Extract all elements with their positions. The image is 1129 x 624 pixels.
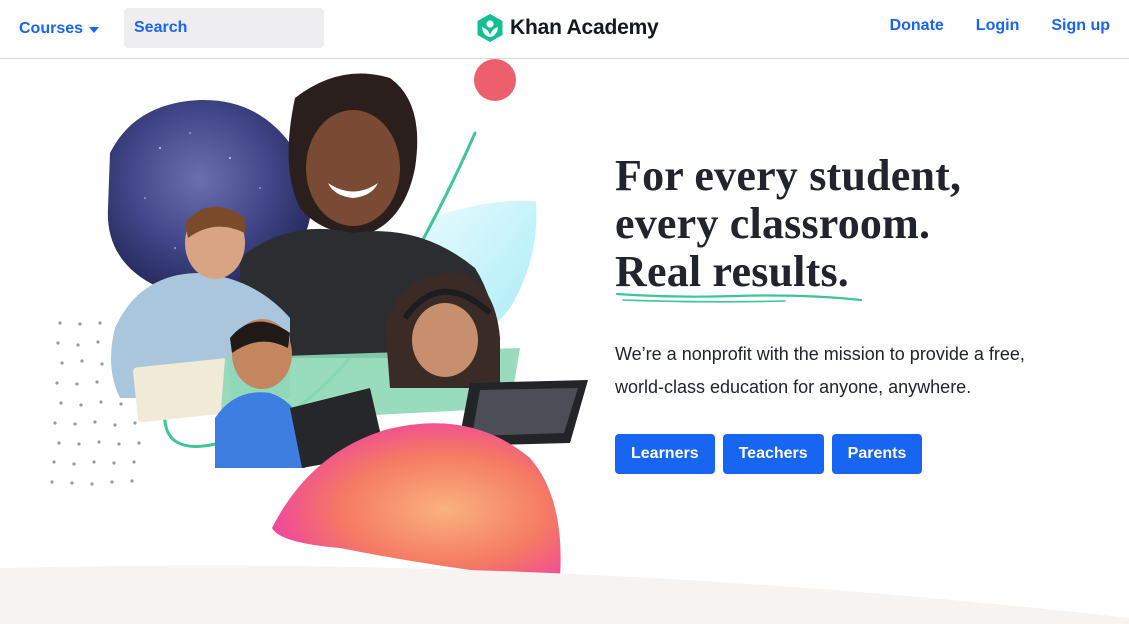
khan-academy-logo[interactable]: Khan Academy — [477, 13, 659, 43]
teachers-button[interactable]: Teachers — [722, 434, 824, 474]
parents-button[interactable]: Parents — [831, 434, 923, 474]
courses-label: Courses — [19, 20, 84, 37]
audience-buttons: Learners Teachers Parents — [615, 434, 923, 474]
mission-statement: We’re a nonprofit with the mission to pr… — [615, 338, 1055, 404]
headline-line-2: every classroom. — [615, 199, 931, 248]
khan-academy-hexagon-icon — [477, 14, 503, 42]
logo-text: Khan Academy — [510, 16, 659, 39]
student-girl-headphones — [385, 272, 588, 446]
login-link[interactable]: Login — [976, 17, 1020, 35]
pink-dot — [474, 59, 516, 101]
headline-line-1: For every student, — [615, 151, 962, 200]
headline-underline-squiggle — [615, 292, 863, 303]
signup-link[interactable]: Sign up — [1051, 17, 1110, 35]
courses-menu-button[interactable]: Courses — [19, 17, 100, 41]
mission-line-1: We’re a nonprofit with the mission to pr… — [615, 344, 1025, 364]
search-box[interactable] — [124, 8, 353, 48]
bottom-section-band — [0, 565, 1129, 624]
chevron-down-icon — [89, 27, 100, 33]
donate-link[interactable]: Donate — [890, 17, 944, 35]
hero-student-collage — [50, 59, 588, 580]
top-nav-bar: Courses Khan Academy Donate Login Sign u… — [0, 0, 1129, 59]
mission-line-2: world-class education for anyone, anywhe… — [615, 377, 972, 397]
hero-headline: For every student, every classroom. Real… — [615, 152, 1085, 296]
search-input[interactable] — [134, 19, 353, 37]
account-nav: Donate Login Sign up — [890, 17, 1110, 35]
learners-button[interactable]: Learners — [615, 434, 715, 474]
